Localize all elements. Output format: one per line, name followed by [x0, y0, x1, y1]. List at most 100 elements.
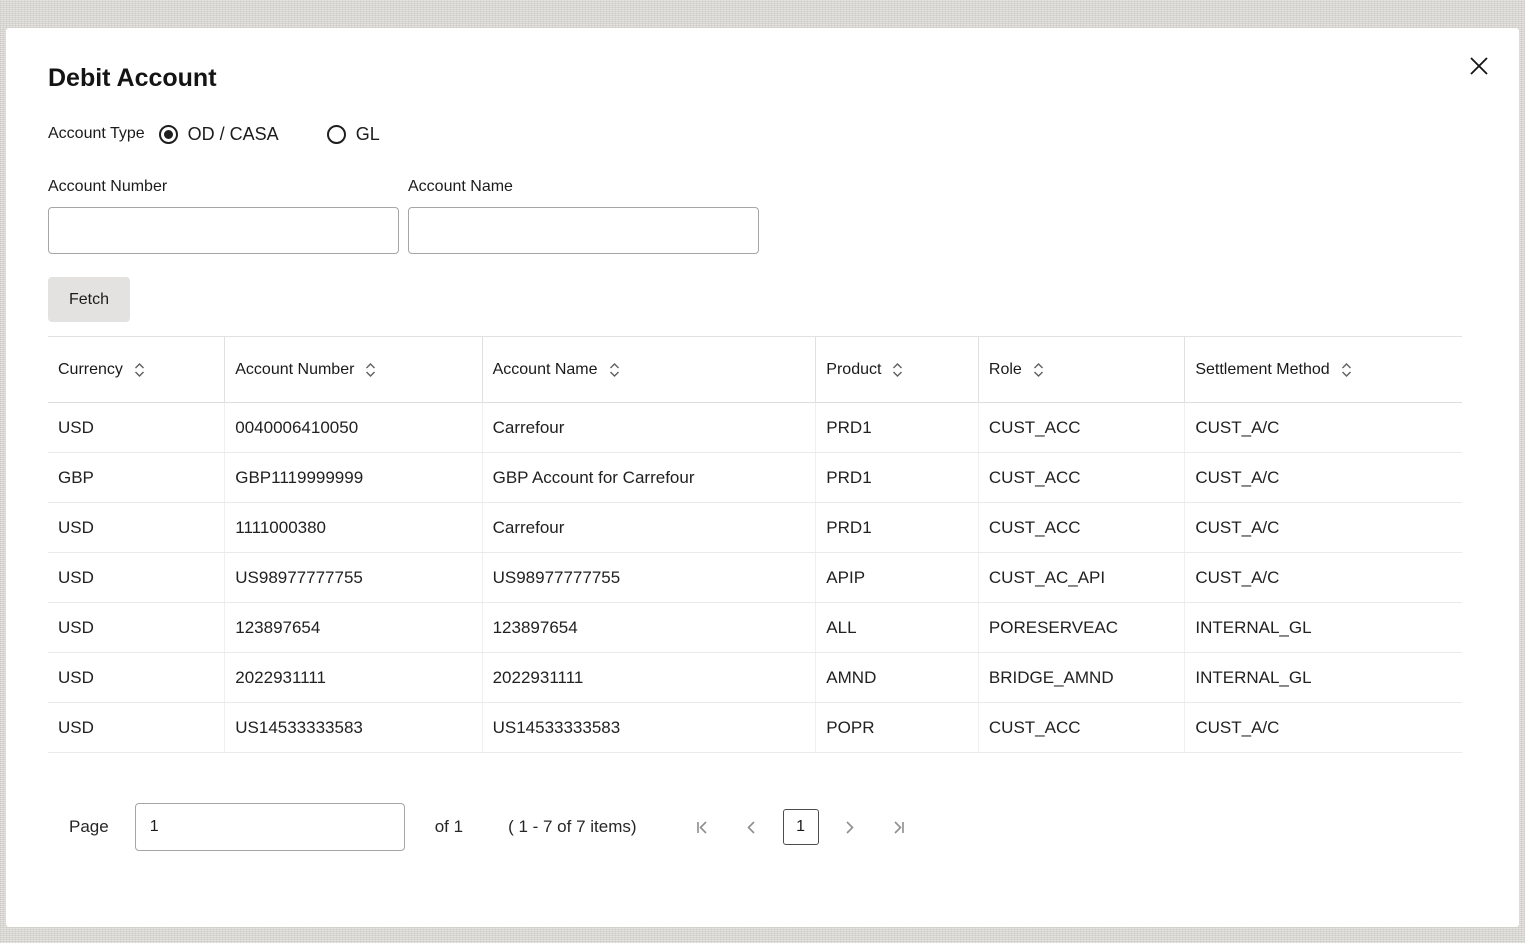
account-number-field-group: Account Number — [48, 178, 399, 254]
table-cell: GBP — [48, 452, 225, 503]
table-cell: CUST_ACC — [977, 502, 1185, 553]
sort-icon[interactable] — [892, 361, 903, 379]
column-header-label: Account Number — [235, 360, 355, 378]
items-range-text: ( 1 - 7 of 7 items) — [508, 817, 637, 836]
table-cell: BRIDGE_AMND — [977, 652, 1185, 703]
page-of-text: of 1 — [434, 817, 464, 836]
column-header-role[interactable]: Role — [977, 336, 1185, 403]
radio-od-casa[interactable]: OD / CASA — [158, 124, 279, 145]
table-cell: US98977777755 — [481, 552, 816, 603]
table-cell: 123897654 — [224, 602, 483, 653]
table-cell: PRD1 — [815, 502, 979, 553]
account-type-label: Account Type — [48, 125, 145, 142]
account-name-field-group: Account Name — [408, 178, 759, 254]
radio-selected-icon — [158, 124, 178, 144]
column-header-label: Account Name — [492, 360, 598, 378]
table-cell: CUST_ACC — [977, 452, 1185, 503]
table-cell: US14533333583 — [224, 702, 483, 753]
column-header-label: Settlement Method — [1195, 360, 1330, 378]
table-cell: INTERNAL_GL — [1184, 652, 1462, 703]
account-name-label: Account Name — [408, 178, 513, 195]
table-header-row: Currency Account Number Account Name Produc… — [48, 336, 1462, 403]
column-header-label: Role — [988, 360, 1022, 378]
radio-gl[interactable]: GL — [326, 123, 380, 145]
table-cell: PORESERVEAC — [977, 602, 1185, 653]
radio-gl-label: GL — [355, 123, 380, 144]
table-cell: CUST_ACC — [977, 702, 1185, 753]
previous-page-button[interactable] — [734, 809, 770, 845]
table-cell: 1111000380 — [224, 502, 483, 553]
table-cell: USD — [48, 702, 225, 753]
sort-icon[interactable] — [1033, 361, 1044, 379]
page-label: Page — [69, 817, 109, 836]
table-row[interactable]: USD 0040006410050 Carrefour PRD1 CUST_ACC CUS… — [48, 402, 1462, 453]
sort-icon[interactable] — [609, 361, 620, 379]
pagination-bar: Page of 1 ( 1 - 7 of 7 items) 1 — [69, 803, 1519, 851]
column-header-settlement-method[interactable]: Settlement Method — [1184, 336, 1462, 403]
table-cell: USD — [48, 502, 225, 553]
fetch-button[interactable]: Fetch — [48, 277, 131, 322]
table-row[interactable]: GBP GBP1119999999 GBP Account for Carrefou… — [48, 452, 1462, 503]
table-cell: 123897654 — [481, 602, 816, 653]
sort-icon[interactable] — [1341, 361, 1352, 379]
current-page-button[interactable]: 1 — [782, 809, 819, 845]
table-cell: CUST_A/C — [1184, 552, 1462, 603]
sort-icon[interactable] — [365, 361, 376, 379]
sort-icon[interactable] — [134, 361, 145, 379]
table-cell: CUST_A/C — [1184, 452, 1462, 503]
account-type-group: Account Type OD / CASA GL — [48, 122, 1519, 146]
table-row[interactable]: USD US98977777755 US98977777755 APIP CUST_AC… — [48, 552, 1462, 603]
table-cell: PRD1 — [815, 402, 979, 453]
next-page-button[interactable] — [832, 809, 868, 845]
last-page-button[interactable] — [881, 809, 917, 845]
table-cell: CUST_A/C — [1184, 702, 1462, 753]
first-page-button[interactable] — [685, 809, 721, 845]
table-cell: AMND — [815, 652, 979, 703]
account-name-input[interactable] — [408, 207, 759, 254]
previous-page-icon — [747, 820, 755, 834]
table-cell: Carrefour — [481, 402, 816, 453]
table-cell: USD — [48, 652, 225, 703]
table-cell: GBP1119999999 — [224, 452, 483, 503]
table-cell: ALL — [815, 602, 979, 653]
close-icon — [1470, 57, 1488, 75]
table-cell: US14533333583 — [481, 702, 816, 753]
table-cell: USD — [48, 552, 225, 603]
table-row[interactable]: USD US14533333583 US14533333583 POPR CUST_AC… — [48, 702, 1462, 753]
account-number-label: Account Number — [48, 178, 168, 195]
table-row[interactable]: USD 2022931111 2022931111 AMND BRIDGE_AMND IN… — [48, 652, 1462, 703]
table-cell: PRD1 — [815, 452, 979, 503]
debit-account-modal: Debit Account Account Type OD / CASA GL … — [6, 28, 1519, 927]
table-cell: USD — [48, 602, 225, 653]
table-cell: CUST_A/C — [1184, 402, 1462, 453]
table-cell: APIP — [815, 552, 979, 603]
column-header-currency[interactable]: Currency — [48, 336, 225, 403]
table-row[interactable]: USD 1111000380 Carrefour PRD1 CUST_ACC CUST_A… — [48, 502, 1462, 553]
accounts-table: Currency Account Number Account Name Produc… — [48, 336, 1462, 753]
pagination-controls: 1 — [685, 809, 930, 845]
column-header-label: Product — [826, 360, 882, 378]
table-row[interactable]: USD 123897654 123897654 ALL PORESERVEAC INTER… — [48, 602, 1462, 653]
column-header-account-number[interactable]: Account Number — [224, 336, 483, 403]
radio-unselected-icon — [326, 124, 346, 144]
table-cell: 2022931111 — [224, 652, 483, 703]
close-button[interactable] — [1461, 48, 1497, 84]
column-header-label: Currency — [58, 360, 123, 378]
table-cell: POPR — [815, 702, 979, 753]
first-page-icon — [697, 820, 707, 834]
table-cell: CUST_A/C — [1184, 502, 1462, 553]
last-page-icon — [894, 820, 904, 834]
table-cell: USD — [48, 402, 225, 453]
table-cell: US98977777755 — [224, 552, 483, 603]
page-number-input[interactable] — [134, 803, 405, 851]
column-header-product[interactable]: Product — [815, 336, 979, 403]
table-body: USD 0040006410050 Carrefour PRD1 CUST_ACC CUS… — [48, 402, 1462, 753]
column-header-account-name[interactable]: Account Name — [481, 336, 816, 403]
table-cell: 0040006410050 — [224, 402, 483, 453]
table-cell: GBP Account for Carrefour — [481, 452, 816, 503]
account-number-input[interactable] — [48, 207, 399, 254]
table-cell: CUST_AC_API — [977, 552, 1185, 603]
next-page-icon — [846, 820, 854, 834]
table-cell: Carrefour — [481, 502, 816, 553]
table-cell: 2022931111 — [481, 652, 816, 703]
